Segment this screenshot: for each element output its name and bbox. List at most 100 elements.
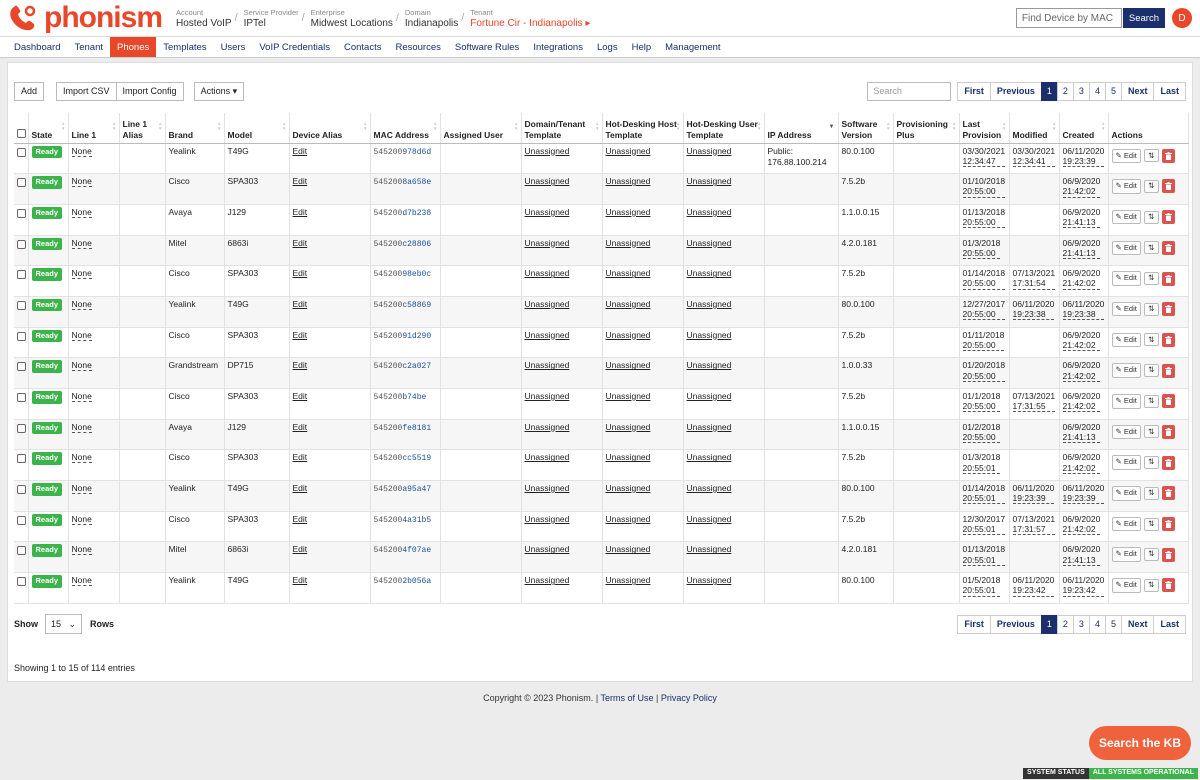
- import-csv-button[interactable]: Import CSV: [56, 81, 117, 101]
- hd-user-link[interactable]: Unassigned: [687, 483, 732, 493]
- table-search-input[interactable]: [867, 81, 952, 101]
- edit-button[interactable]: ✎ Edit: [1111, 240, 1141, 256]
- edit-button[interactable]: ✎ Edit: [1111, 516, 1141, 532]
- col-created[interactable]: Created: [1059, 113, 1109, 144]
- swap-button[interactable]: ⇅: [1143, 272, 1159, 285]
- table-row[interactable]: Ready None Yealink T49G Edit 545200a95a47 Unas…: [14, 480, 1189, 512]
- mac-address[interactable]: 545200c58869: [374, 301, 432, 310]
- hd-user-link[interactable]: Unassigned: [687, 176, 732, 186]
- privacy-link[interactable]: Privacy Policy: [661, 693, 717, 703]
- line1-value[interactable]: None: [71, 421, 92, 433]
- hd-user-link[interactable]: Unassigned: [687, 330, 732, 340]
- swap-button[interactable]: ⇅: [1143, 456, 1159, 470]
- hd-user-link[interactable]: Unassigned: [687, 299, 732, 309]
- edit-button[interactable]: ✎ Edit: [1111, 578, 1141, 593]
- table-row[interactable]: Ready None Yealink T49G Edit 5452002b056a Unas…: [14, 572, 1189, 604]
- select-all-checkbox[interactable]: [17, 128, 26, 138]
- delete-button[interactable]: [1161, 394, 1175, 409]
- device-alias-edit-link[interactable]: Edit: [293, 483, 308, 493]
- edit-button[interactable]: ✎ Edit: [1111, 486, 1141, 501]
- row-checkbox[interactable]: [17, 208, 26, 218]
- line1-value[interactable]: None: [71, 513, 92, 525]
- line1-value[interactable]: None: [71, 360, 92, 372]
- table-row[interactable]: Ready None Cisco SPA303 Edit 54520091d290 Unas…: [14, 327, 1189, 359]
- crumb-enterprise[interactable]: Enterprise Midwest Locations: [302, 8, 399, 29]
- edit-button[interactable]: ✎ Edit: [1111, 332, 1141, 348]
- swap-button[interactable]: ⇅: [1143, 241, 1159, 255]
- nav-dashboard[interactable]: Dashboard: [7, 37, 67, 57]
- page-previous[interactable]: Previous: [989, 614, 1042, 634]
- col-provisioning-plus[interactable]: Provisioning Plus: [893, 113, 960, 144]
- import-config-button[interactable]: Import Config: [116, 81, 184, 101]
- col-device-alias[interactable]: Device Alias: [289, 113, 371, 144]
- swap-button[interactable]: ⇅: [1143, 517, 1159, 531]
- template-link[interactable]: Unassigned: [525, 391, 570, 401]
- col-domain-tenant-template[interactable]: Domain/Tenant Template: [521, 113, 603, 144]
- mac-address[interactable]: 545200a95a47: [374, 485, 432, 494]
- template-link[interactable]: Unassigned: [525, 422, 570, 432]
- device-alias-edit-link[interactable]: Edit: [293, 207, 308, 217]
- hd-host-link[interactable]: Unassigned: [606, 544, 651, 554]
- add-button[interactable]: Add: [14, 81, 45, 101]
- device-alias-edit-link[interactable]: Edit: [293, 575, 308, 585]
- delete-button[interactable]: [1161, 271, 1175, 286]
- delete-button[interactable]: [1161, 363, 1175, 378]
- delete-button[interactable]: [1161, 302, 1175, 317]
- mac-address[interactable]: 545200c28806: [374, 240, 432, 249]
- nav-users[interactable]: Users: [214, 37, 253, 57]
- table-row[interactable]: Ready None Cisco SPA303 Edit 5452004a31b5 Unas…: [14, 511, 1189, 543]
- hd-user-link[interactable]: Unassigned: [687, 391, 732, 401]
- template-link[interactable]: Unassigned: [525, 207, 570, 217]
- device-alias-edit-link[interactable]: Edit: [293, 422, 308, 432]
- mac-address[interactable]: 545200b74be: [374, 393, 427, 402]
- page-4[interactable]: 4: [1088, 81, 1106, 101]
- hd-host-link[interactable]: Unassigned: [606, 299, 651, 309]
- mac-address[interactable]: 545200978d6d: [374, 148, 432, 157]
- hd-host-link[interactable]: Unassigned: [606, 268, 651, 278]
- col-software-version[interactable]: Software Version: [838, 113, 894, 144]
- device-alias-edit-link[interactable]: Edit: [293, 238, 308, 248]
- table-row[interactable]: Ready None Yealink T49G Edit 545200c58869 Unas…: [14, 296, 1189, 328]
- line1-value[interactable]: None: [71, 237, 92, 249]
- swap-button[interactable]: ⇅: [1143, 578, 1159, 592]
- row-checkbox[interactable]: [17, 300, 26, 310]
- template-link[interactable]: Unassigned: [525, 360, 570, 370]
- line1-value[interactable]: None: [71, 298, 92, 310]
- device-alias-edit-link[interactable]: Edit: [293, 360, 308, 370]
- phonism-logo[interactable]: phonism: [8, 3, 163, 33]
- line1-value[interactable]: None: [71, 483, 92, 495]
- mac-address[interactable]: 54520098eb0c: [374, 270, 432, 279]
- device-alias-edit-link[interactable]: Edit: [293, 330, 308, 340]
- edit-button[interactable]: ✎ Edit: [1111, 209, 1141, 225]
- delete-button[interactable]: [1161, 455, 1175, 470]
- template-link[interactable]: Unassigned: [525, 330, 570, 340]
- template-link[interactable]: Unassigned: [525, 514, 570, 524]
- page-previous[interactable]: Previous: [989, 81, 1042, 101]
- row-checkbox[interactable]: [17, 362, 26, 372]
- page-next[interactable]: Next: [1120, 81, 1155, 101]
- page-1[interactable]: 1: [1040, 81, 1058, 101]
- page-last[interactable]: Last: [1153, 81, 1186, 101]
- nav-integrations[interactable]: Integrations: [526, 37, 590, 57]
- delete-button[interactable]: [1161, 240, 1175, 255]
- delete-button[interactable]: [1161, 424, 1175, 439]
- row-checkbox[interactable]: [17, 423, 26, 433]
- delete-button[interactable]: [1161, 547, 1175, 562]
- table-row[interactable]: Ready None Avaya J129 Edit 545200d7b238 Unassi…: [14, 204, 1189, 236]
- edit-button[interactable]: ✎ Edit: [1111, 424, 1141, 440]
- device-alias-edit-link[interactable]: Edit: [293, 268, 308, 278]
- col-line1[interactable]: Line 1: [68, 113, 120, 144]
- edit-button[interactable]: ✎ Edit: [1111, 547, 1141, 562]
- col-assigned-user[interactable]: Assigned User: [440, 113, 522, 144]
- row-checkbox[interactable]: [17, 546, 26, 556]
- row-checkbox[interactable]: [17, 393, 26, 402]
- row-checkbox[interactable]: [17, 577, 26, 587]
- template-link[interactable]: Unassigned: [525, 483, 570, 493]
- template-link[interactable]: Unassigned: [525, 299, 570, 309]
- edit-button[interactable]: ✎ Edit: [1111, 148, 1141, 163]
- delete-button[interactable]: [1161, 578, 1175, 593]
- mac-address[interactable]: 5452002b056a: [374, 577, 432, 586]
- table-row[interactable]: Ready None Cisco SPA303 Edit 545200cc5519 Unas…: [14, 449, 1189, 482]
- line1-value[interactable]: None: [71, 575, 92, 587]
- hd-user-link[interactable]: Unassigned: [687, 452, 732, 462]
